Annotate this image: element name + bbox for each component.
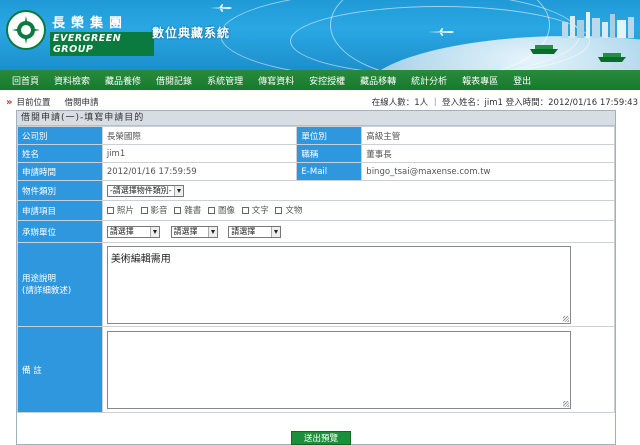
container-ship-icon: [598, 53, 626, 62]
airplane-icon: [428, 28, 454, 36]
submit-preview-button[interactable]: 送出預覽: [291, 431, 351, 445]
checkbox-images[interactable]: 圖像: [207, 204, 235, 217]
checkbox-label: 圖像: [217, 206, 235, 217]
nav-item-statistics[interactable]: 統計分析: [411, 74, 447, 87]
checkbox-label: 文物: [285, 206, 303, 217]
checkbox-artifacts[interactable]: 文物: [275, 204, 302, 216]
apply-time-label: 申請時間: [17, 162, 103, 181]
checkbox-label: 文字: [251, 206, 269, 217]
position-value: 董事長: [361, 144, 615, 163]
handler-label: 承辦單位: [17, 220, 103, 243]
evergreen-emblem-icon: [6, 10, 46, 50]
purpose-label: 用途說明: [22, 273, 57, 284]
loan-application-form: 借閱申請(一)-填寫申請目的 公司別 長榮國際 單位別 高級主管 姓名 jim1…: [16, 110, 616, 445]
handler-select-value: 請選擇: [173, 227, 198, 236]
handler-select-value: 請選擇: [231, 227, 256, 236]
checkbox-icon: [106, 206, 114, 214]
breadcrumb-arrow-icon: »: [6, 96, 13, 108]
handler-select-3[interactable]: 請選擇: [228, 225, 282, 238]
nav-item-transfer[interactable]: 藏品移轉: [360, 74, 396, 87]
brand-name-cn: 長榮集團: [52, 16, 129, 31]
checkbox-video[interactable]: 影音: [140, 204, 168, 217]
handler-select-2[interactable]: 請選擇: [170, 225, 218, 238]
resize-grip-icon[interactable]: [562, 316, 569, 322]
item-type-select[interactable]: -請選擇物件類別-: [106, 184, 184, 197]
handler-select-value: 請選擇: [109, 227, 134, 236]
chevron-down-icon: [173, 185, 183, 196]
unit-label: 單位別: [296, 126, 363, 145]
evergreen-logo[interactable]: 長榮集團 EVERGREEN GROUP: [4, 6, 154, 56]
form-grid: 公司別 長榮國際 單位別 高級主管 姓名 jim1 職稱 董事長 申請時間 20…: [17, 126, 616, 413]
breadcrumb-current: 借閱申請: [64, 98, 99, 108]
login-info: 在線人數：1人 ｜ 登入姓名：jim1 登入時間：2012/01/16 17:5…: [371, 98, 638, 108]
email-label: E-Mail: [296, 162, 363, 181]
nav-item-home[interactable]: 回首頁: [12, 74, 39, 87]
site-header: 長榮集團 EVERGREEN GROUP 數位典藏系統: [0, 0, 640, 70]
purpose-textarea[interactable]: 美術編輯需用: [106, 246, 571, 324]
chevron-down-icon: [207, 226, 217, 237]
item-type-cell: -請選擇物件類別-: [101, 180, 616, 201]
nav-item-search[interactable]: 資料檢索: [54, 74, 90, 87]
remark-cell: [101, 326, 616, 413]
apply-time-value: 2012/01/16 17:59:59: [101, 162, 298, 181]
airplane-icon: [210, 4, 232, 12]
checkbox-label: 照片: [116, 206, 134, 217]
nav-item-data-entry[interactable]: 傳寫資料: [258, 74, 294, 87]
name-value: jim1: [101, 144, 298, 163]
handler-select-1[interactable]: 請選擇: [106, 225, 160, 238]
apply-items-label: 申請項目: [17, 200, 103, 221]
chevron-down-icon: [149, 226, 159, 237]
item-type-selected: -請選擇物件類別-: [109, 186, 172, 195]
checkbox-icon: [275, 206, 283, 214]
nav-item-system-admin[interactable]: 系統管理: [207, 74, 243, 87]
chevron-down-icon: [271, 226, 281, 237]
nav-item-maintenance[interactable]: 藏品養修: [105, 74, 141, 87]
purpose-hint: (請詳細敘述): [22, 285, 72, 296]
checkbox-icon: [140, 206, 148, 214]
breadcrumb-label: 目前位置: [16, 98, 51, 108]
checkbox-label: 雜書: [184, 206, 202, 217]
checkbox-icon: [207, 206, 215, 214]
checkbox-icon: [174, 206, 182, 214]
email-value: bingo_tsai@maxense.com.tw: [361, 162, 615, 181]
nav-item-reports[interactable]: 報表專區: [462, 74, 498, 87]
checkbox-photo[interactable]: 照片: [106, 204, 134, 217]
purpose-cell: 美術編輯需用: [101, 242, 616, 327]
remark-label: 備 註: [17, 326, 103, 413]
item-type-label: 物件類別: [17, 180, 103, 201]
main-nav: 回首頁 資料檢索 藏品養修 借閱記錄 系統管理 傳寫資料 安控授權 藏品移轉 統…: [0, 70, 640, 90]
unit-value: 高級主管: [361, 126, 615, 145]
purpose-text: 美術編輯需用: [110, 254, 171, 265]
nav-item-loan-records[interactable]: 借閱記錄: [156, 74, 192, 87]
handler-cell: 請選擇 請選擇 請選擇: [101, 220, 616, 243]
container-ship-icon: [530, 45, 558, 54]
remark-textarea[interactable]: [106, 331, 571, 409]
resize-grip-icon[interactable]: [562, 401, 569, 407]
nav-item-logout[interactable]: 登出: [513, 74, 531, 87]
name-label: 姓名: [17, 144, 103, 163]
checkbox-text[interactable]: 文字: [241, 204, 269, 217]
nav-item-security[interactable]: 安控授權: [309, 74, 345, 87]
company-value: 長榮國際: [101, 126, 298, 145]
brand-name-en: EVERGREEN GROUP: [50, 32, 154, 56]
position-label: 職稱: [296, 144, 363, 163]
checkbox-icon: [241, 206, 249, 214]
system-title: 數位典藏系統: [152, 26, 231, 40]
form-title: 借閱申請(一)-填寫申請目的: [17, 111, 615, 126]
checkbox-label: 影音: [150, 206, 168, 217]
breadcrumb: » 目前位置 借閱申請 在線人數：1人 ｜ 登入姓名：jim1 登入時間：201…: [0, 94, 640, 110]
city-skyline-icon: [562, 12, 634, 38]
apply-items-cell: 照片 影音 雜書 圖像 文字 文物: [101, 200, 616, 221]
company-label: 公司別: [17, 126, 103, 145]
checkbox-books[interactable]: 雜書: [174, 204, 201, 216]
purpose-label-cell: 用途說明 (請詳細敘述): [17, 242, 103, 327]
